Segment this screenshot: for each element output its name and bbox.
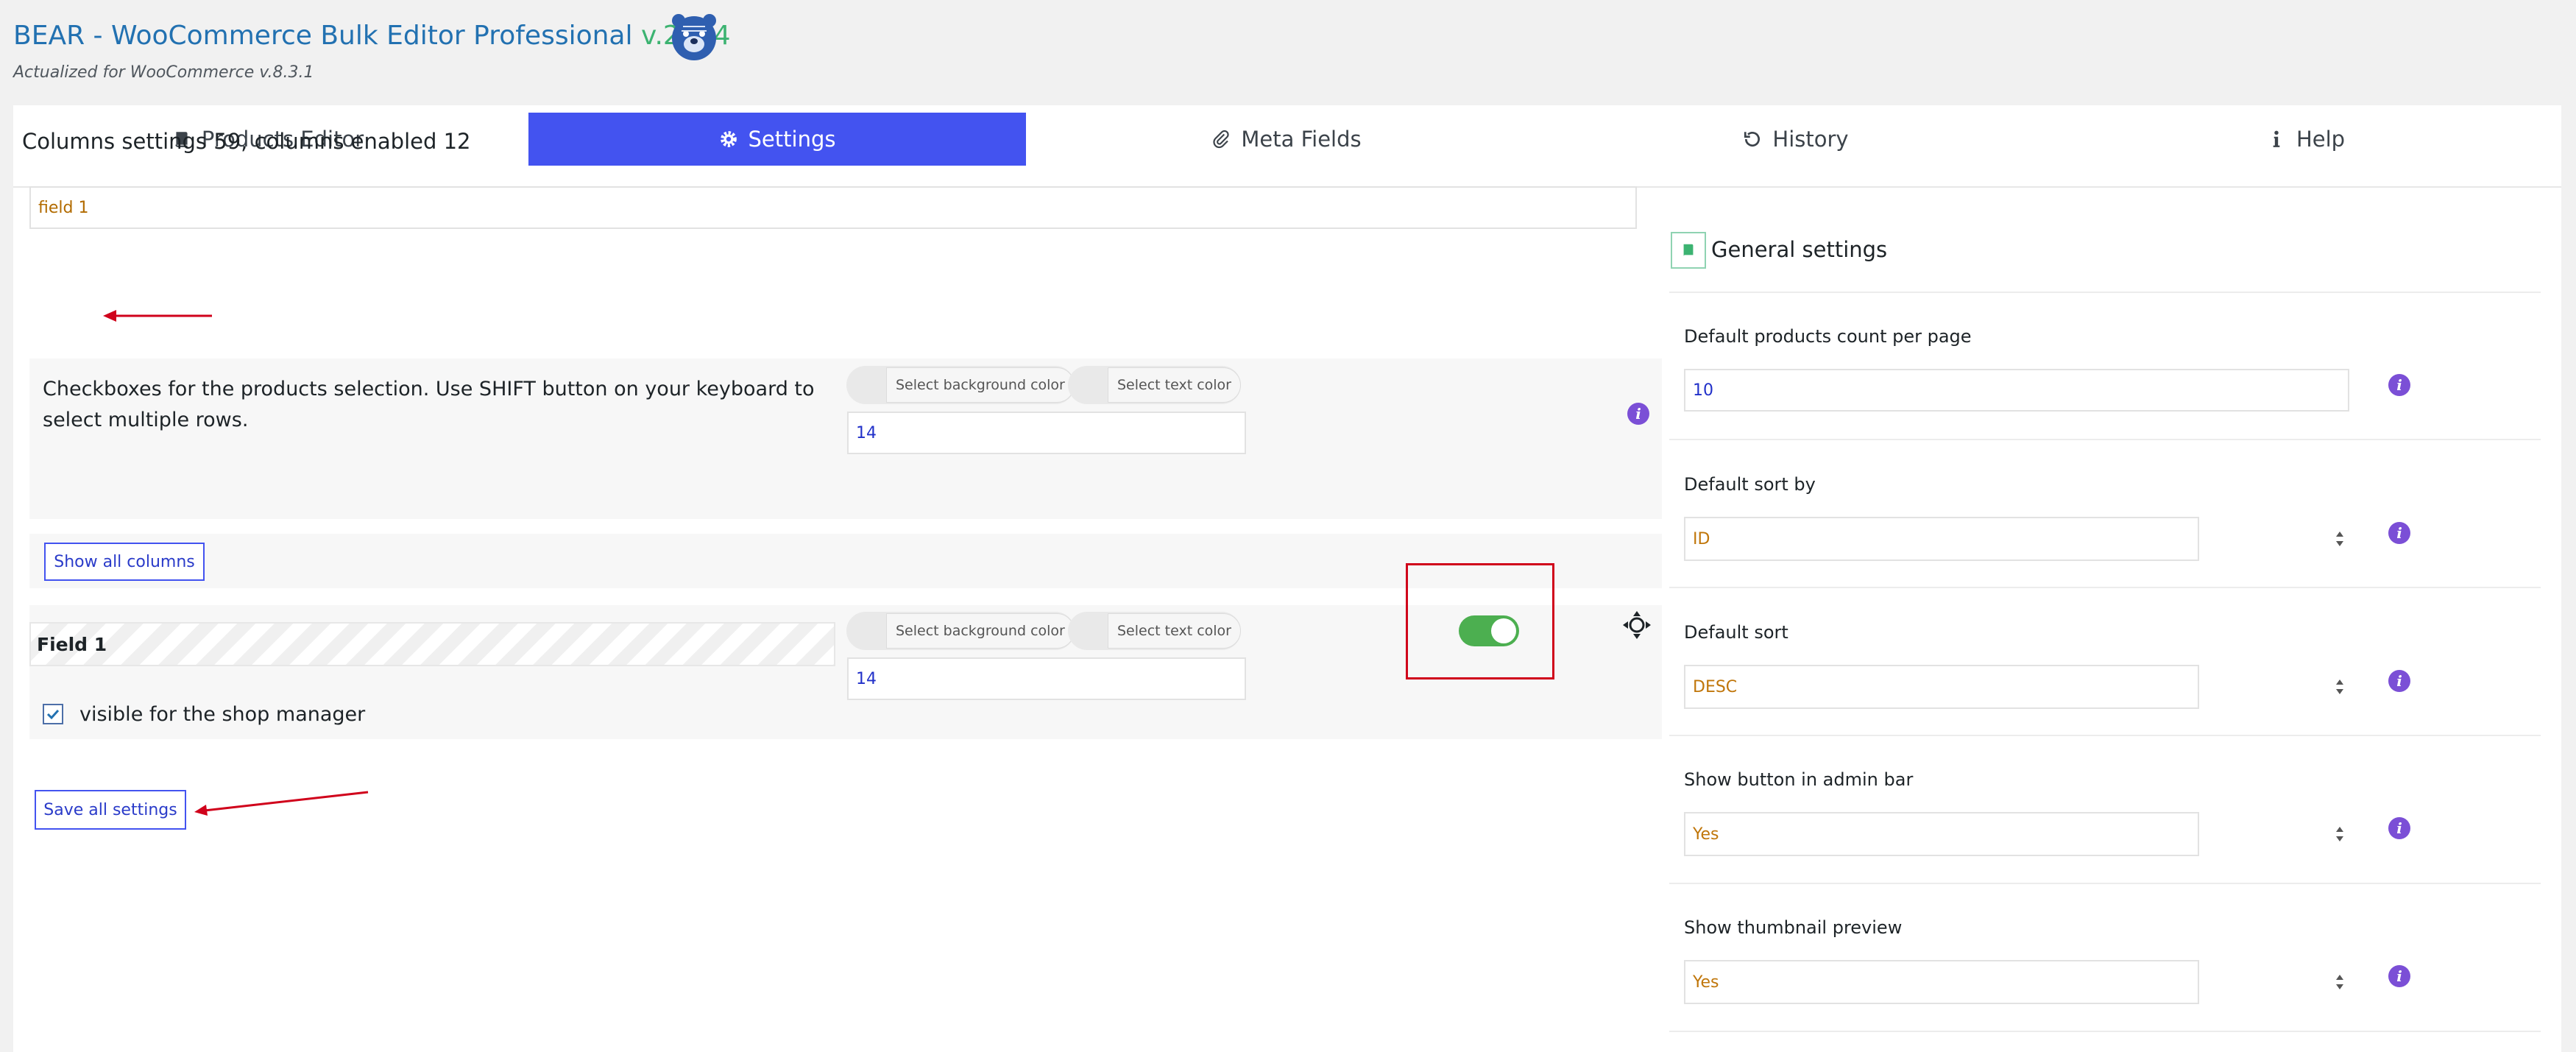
background-color-picker[interactable]: Select background color [846, 612, 1075, 650]
color-swatch [846, 366, 886, 404]
divider [1669, 587, 2541, 588]
background-color-label: Select background color [886, 367, 1075, 403]
general-settings-icon [1671, 232, 1706, 269]
setting-value: DESC [1693, 677, 1738, 696]
column-search-value: field 1 [38, 198, 89, 217]
tab-label: Meta Fields [1241, 127, 1362, 152]
show-all-columns-button[interactable]: Show all columns [44, 543, 205, 581]
info-icon [2273, 130, 2280, 147]
divider [1669, 1031, 2541, 1032]
general-settings-title: General settings [1711, 237, 1888, 262]
column-enabled-toggle[interactable] [1459, 615, 1519, 646]
text-color-picker[interactable]: Select text color [1068, 366, 1241, 404]
save-all-settings-button[interactable]: Save all settings [35, 790, 186, 830]
select-arrows-icon[interactable] [2333, 825, 2346, 844]
default-sort-select[interactable]: DESC [1684, 665, 2199, 709]
text-color-picker[interactable]: Select text color [1068, 612, 1241, 650]
divider [1669, 735, 2541, 736]
color-swatch [1068, 366, 1108, 404]
divider [1669, 292, 2541, 293]
column-width-value: 14 [856, 423, 877, 442]
tab-meta-fields[interactable]: Meta Fields [1032, 113, 1541, 166]
column-width-value: 14 [856, 669, 877, 688]
select-arrows-icon[interactable] [2333, 972, 2346, 992]
select-arrows-icon[interactable] [2333, 677, 2346, 696]
tab-settings[interactable]: Settings [528, 113, 1026, 166]
field-name-value: Field 1 [37, 633, 107, 655]
app-title-text: BEAR - WooCommerce Bulk Editor Professio… [13, 21, 633, 51]
products-per-page-input[interactable]: 10 [1684, 369, 2349, 412]
setting-value: ID [1693, 529, 1710, 548]
setting-value: Yes [1693, 825, 1719, 844]
columns-heading: Columns settings 59, columns enabled 12 [22, 129, 471, 154]
tab-label: Help [2296, 127, 2346, 152]
toggle-knob [1491, 618, 1516, 643]
save-all-settings-label: Save all settings [43, 800, 177, 819]
info-icon[interactable]: i [2388, 522, 2410, 544]
background-color-label: Select background color [886, 613, 1075, 649]
color-swatch [846, 612, 886, 650]
thumbnail-preview-select[interactable]: Yes [1684, 960, 2199, 1004]
gear-icon [720, 131, 737, 147]
admin-bar-button-select[interactable]: Yes [1684, 812, 2199, 856]
shop-manager-label: visible for the shop manager [79, 703, 366, 726]
setting-value: Yes [1693, 972, 1719, 992]
info-icon[interactable]: i [2388, 817, 2410, 839]
column-search-input[interactable]: field 1 [29, 186, 1637, 229]
setting-value: 10 [1693, 381, 1713, 400]
setting-label: Show button in admin bar [1684, 769, 1914, 790]
app-title: BEAR - WooCommerce Bulk Editor Professio… [13, 21, 731, 51]
setting-label: Show thumbnail preview [1684, 917, 1903, 938]
divider [1669, 883, 2541, 884]
column-width-input[interactable]: 14 [847, 412, 1246, 454]
setting-label: Default products count per page [1684, 326, 1972, 347]
divider [1669, 439, 2541, 440]
checkmark-icon [46, 709, 60, 720]
book-icon [1683, 244, 1694, 257]
show-all-columns-label: Show all columns [54, 552, 195, 571]
background-color-picker[interactable]: Select background color [846, 366, 1075, 404]
setting-label: Default sort [1684, 622, 1788, 643]
column-width-input[interactable]: 14 [847, 657, 1246, 700]
annotation-arrow-icon [103, 310, 212, 322]
drag-move-icon[interactable] [1621, 610, 1652, 640]
checkbox-column-description: Checkboxes for the products selection. U… [43, 378, 815, 431]
tab-help[interactable]: Help [2050, 113, 2561, 166]
text-color-label: Select text color [1108, 367, 1241, 403]
info-icon[interactable]: i [2388, 374, 2410, 396]
field-name-input[interactable]: Field 1 [29, 622, 835, 666]
bear-logo-icon [672, 14, 716, 60]
shop-manager-checkbox[interactable] [43, 704, 63, 724]
info-icon[interactable]: i [1627, 403, 1649, 425]
select-arrows-icon[interactable] [2333, 529, 2346, 548]
tab-label: History [1772, 127, 1849, 152]
setting-label: Default sort by [1684, 474, 1816, 495]
tab-history[interactable]: History [1541, 113, 2050, 166]
text-color-label: Select text color [1108, 613, 1241, 649]
annotation-arrow-icon [194, 791, 369, 816]
history-icon [1744, 132, 1761, 147]
tab-label: Settings [748, 127, 836, 152]
info-icon[interactable]: i [2388, 965, 2410, 987]
paperclip-icon [1213, 130, 1229, 149]
info-icon[interactable]: i [2388, 670, 2410, 692]
default-sort-by-select[interactable]: ID [1684, 517, 2199, 561]
app-subtitle: Actualized for WooCommerce v.8.3.1 [13, 63, 314, 82]
color-swatch [1068, 612, 1108, 650]
